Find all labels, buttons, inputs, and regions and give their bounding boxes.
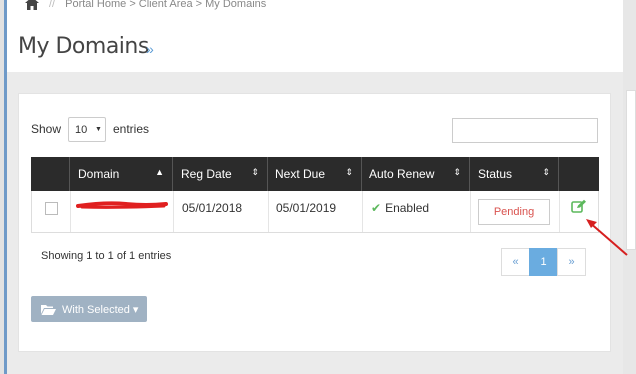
th-reg-date[interactable]: Reg Date ⇕ bbox=[173, 157, 268, 191]
th-reg-date-label: Reg Date bbox=[181, 167, 232, 181]
page-title: My Domains bbox=[18, 34, 149, 59]
status-badge: Pending bbox=[478, 199, 550, 225]
sort-icon: ⇕ bbox=[542, 167, 550, 177]
sort-icon: ⇕ bbox=[345, 167, 353, 177]
page-length-value: 10 bbox=[75, 124, 88, 136]
search-input[interactable] bbox=[452, 118, 598, 143]
th-next-due-label: Next Due bbox=[275, 167, 326, 181]
entries-label: entries bbox=[113, 122, 150, 136]
folder-open-icon bbox=[41, 305, 56, 315]
th-auto-renew[interactable]: Auto Renew ⇕ bbox=[362, 157, 470, 191]
sort-icon: ⇕ bbox=[453, 167, 461, 177]
td-domain[interactable] bbox=[71, 191, 174, 232]
table-info: Showing 1 to 1 of 1 entries bbox=[41, 250, 172, 262]
row-checkbox[interactable] bbox=[45, 202, 58, 215]
table-row[interactable]: 05/01/2018 05/01/2019 ✔ Enabled Pending bbox=[31, 191, 599, 233]
th-domain-label: Domain bbox=[78, 167, 120, 181]
sort-icon: ⇕ bbox=[251, 167, 259, 177]
title-chevron-icon: » bbox=[146, 41, 154, 57]
with-selected-label: With Selected ▾ bbox=[62, 304, 139, 316]
th-status-label: Status bbox=[478, 167, 513, 181]
annotation-arrow bbox=[586, 219, 628, 256]
page-current-button[interactable]: 1 bbox=[529, 248, 558, 276]
with-selected-button[interactable]: With Selected ▾ bbox=[31, 296, 147, 322]
page-header: // Portal Home > Client Area > My Domain… bbox=[7, 0, 623, 72]
page-prev-button[interactable]: « bbox=[501, 248, 530, 276]
td-status: Pending bbox=[471, 191, 560, 232]
check-icon: ✔ bbox=[371, 201, 382, 215]
td-select bbox=[32, 191, 71, 232]
td-next-due: 05/01/2019 bbox=[269, 191, 363, 232]
th-domain[interactable]: Domain ▲ bbox=[70, 157, 173, 191]
show-label: Show bbox=[31, 122, 62, 136]
auto-renew-value: Enabled bbox=[385, 201, 430, 215]
breadcrumb-separator: // bbox=[49, 0, 56, 10]
th-auto-renew-label: Auto Renew bbox=[369, 167, 435, 181]
chevron-down-icon: ▼ bbox=[95, 126, 102, 133]
page-next-button[interactable]: » bbox=[557, 248, 586, 276]
breadcrumb: // Portal Home > Client Area > My Domain… bbox=[25, 0, 266, 10]
td-auto-renew: ✔ Enabled bbox=[363, 191, 471, 232]
breadcrumb-path[interactable]: Portal Home > Client Area > My Domains bbox=[65, 0, 266, 10]
td-reg-date: 05/01/2018 bbox=[174, 191, 269, 232]
th-next-due[interactable]: Next Due ⇕ bbox=[268, 157, 362, 191]
redaction-mark bbox=[76, 201, 168, 209]
home-icon[interactable] bbox=[25, 0, 39, 10]
th-select bbox=[31, 157, 70, 191]
sort-asc-icon: ▲ bbox=[155, 167, 164, 177]
th-actions bbox=[559, 157, 599, 191]
th-status[interactable]: Status ⇕ bbox=[470, 157, 559, 191]
pagination: « 1 » bbox=[501, 248, 586, 276]
table-header: Domain ▲ Reg Date ⇕ Next Due ⇕ Auto Rene… bbox=[31, 157, 599, 191]
